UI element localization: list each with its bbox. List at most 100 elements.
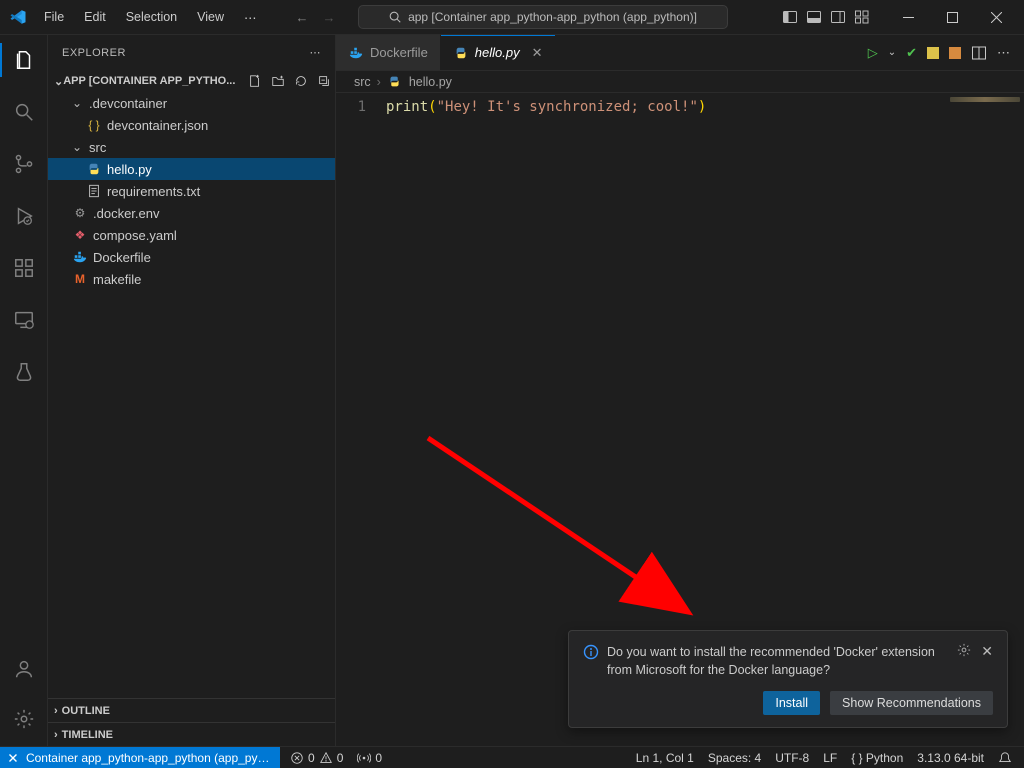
file-makefile[interactable]: M makefile <box>48 268 335 290</box>
file-hello-py[interactable]: hello.py <box>48 158 335 180</box>
indentation[interactable]: Spaces: 4 <box>708 751 761 765</box>
explorer-tree: ⌄ APP [CONTAINER APP_PYTHO... ⌄ .devcont… <box>48 70 335 698</box>
chevron-right-icon: › <box>54 729 58 741</box>
warning-icon <box>319 751 333 765</box>
menu-view[interactable]: View <box>188 6 233 29</box>
ports-indicator[interactable]: 0 <box>357 751 382 765</box>
notifications-icon[interactable] <box>998 751 1012 765</box>
file-devcontainer-json[interactable]: { } devcontainer.json <box>48 114 335 136</box>
gear-icon[interactable] <box>957 643 971 657</box>
run-icon[interactable]: ▷ <box>868 45 878 61</box>
error-icon <box>290 751 304 765</box>
install-button[interactable]: Install <box>763 691 820 715</box>
eol[interactable]: LF <box>823 751 837 765</box>
broadcast-icon <box>357 751 371 765</box>
panel-left-icon[interactable] <box>782 9 798 25</box>
python-interpreter[interactable]: 3.13.0 64-bit <box>917 751 984 765</box>
split-editor-icon[interactable] <box>971 45 987 61</box>
titlebar: File Edit Selection View ⋯ ← → app [Cont… <box>0 0 1024 35</box>
refresh-icon[interactable] <box>294 74 308 88</box>
tab-dockerfile[interactable]: Dockerfile <box>336 35 441 70</box>
new-folder-icon[interactable] <box>271 74 285 88</box>
code-line[interactable]: print("Hey! It's synchronized; cool!") <box>386 97 706 117</box>
search-icon <box>388 10 402 24</box>
file-label: requirements.txt <box>107 184 200 199</box>
folder-label: .devcontainer <box>89 96 167 111</box>
workspace-root[interactable]: ⌄ APP [CONTAINER APP_PYTHO... <box>48 70 335 92</box>
chevron-down-icon: ⌄ <box>72 140 84 154</box>
info-icon <box>583 644 599 660</box>
line-number: 1 <box>336 97 366 117</box>
token-paren: ( <box>428 99 436 115</box>
explorer-more-icon[interactable]: ⋯ <box>310 46 322 59</box>
activity-extensions-icon[interactable] <box>0 251 48 285</box>
outline-section[interactable]: ›OUTLINE <box>48 698 335 722</box>
file-label: devcontainer.json <box>107 118 208 133</box>
file-docker-env[interactable]: ⚙ .docker.env <box>48 202 335 224</box>
error-count: 0 <box>308 751 315 765</box>
more-actions-icon[interactable]: ⋯ <box>997 45 1010 61</box>
collapse-all-icon[interactable] <box>317 74 331 88</box>
show-recommendations-button[interactable]: Show Recommendations <box>830 691 993 715</box>
activity-accounts-icon[interactable] <box>0 652 48 686</box>
file-requirements-txt[interactable]: requirements.txt <box>48 180 335 202</box>
panel-right-icon[interactable] <box>830 9 846 25</box>
nav-back-icon[interactable]: ← <box>296 10 309 25</box>
toast-message: Do you want to install the recommended '… <box>607 643 949 679</box>
activity-debug-icon[interactable] <box>0 199 48 233</box>
language-mode[interactable]: { } Python <box>851 751 903 765</box>
explorer-header: EXPLORER ⋯ <box>48 35 335 70</box>
ports-count: 0 <box>375 751 382 765</box>
menu-selection[interactable]: Selection <box>117 6 186 29</box>
activity-bar <box>0 35 48 746</box>
maximize-button[interactable] <box>930 0 974 35</box>
close-button[interactable] <box>974 0 1018 35</box>
editor-actions: ▷ ⌄ ✔ ⋯ <box>868 35 1024 70</box>
problems-indicator[interactable]: 0 0 <box>290 751 343 765</box>
breadcrumb-seg[interactable]: hello.py <box>409 75 452 89</box>
gutter: 1 <box>336 97 386 117</box>
docker-icon <box>72 249 88 265</box>
window-controls <box>886 0 1018 35</box>
compare-changes-icon[interactable] <box>927 47 939 59</box>
chevron-down-icon: ⌄ <box>72 96 84 110</box>
timeline-section[interactable]: › TIMELINE <box>48 722 335 746</box>
command-center[interactable]: app [Container app_python-app_python (ap… <box>358 5 728 29</box>
customize-layout-icon[interactable] <box>854 9 870 25</box>
python-icon <box>387 74 403 90</box>
recommendation-toast: Do you want to install the recommended '… <box>568 630 1008 728</box>
menu-file[interactable]: File <box>35 6 73 29</box>
layout-controls <box>782 9 870 25</box>
cursor-position[interactable]: Ln 1, Col 1 <box>636 751 694 765</box>
check-icon[interactable]: ✔ <box>906 45 917 61</box>
token-string: "Hey! It's synchronized; cool!" <box>437 99 698 115</box>
new-file-icon[interactable] <box>248 74 262 88</box>
nav-forward-icon[interactable]: → <box>323 10 336 25</box>
activity-explorer-icon[interactable] <box>0 43 48 77</box>
activity-settings-icon[interactable] <box>0 702 48 736</box>
warning-count: 0 <box>337 751 344 765</box>
tab-hello-py[interactable]: hello.py ✕ <box>441 35 556 70</box>
menu-edit[interactable]: Edit <box>75 6 115 29</box>
file-dockerfile[interactable]: Dockerfile <box>48 246 335 268</box>
close-icon[interactable]: ✕ <box>981 643 993 660</box>
minimize-button[interactable] <box>886 0 930 35</box>
activity-search-icon[interactable] <box>0 95 48 129</box>
panel-bottom-icon[interactable] <box>806 9 822 25</box>
folder-devcontainer[interactable]: ⌄ .devcontainer <box>48 92 335 114</box>
timeline-label: TIMELINE <box>62 729 113 741</box>
folder-src[interactable]: ⌄ src <box>48 136 335 158</box>
file-compose-yaml[interactable]: ❖ compose.yaml <box>48 224 335 246</box>
remote-indicator[interactable]: Container app_python-app_python (app_pyt… <box>0 747 280 768</box>
activity-remote-explorer-icon[interactable] <box>0 303 48 337</box>
activity-scm-icon[interactable] <box>0 147 48 181</box>
breadcrumb[interactable]: src › hello.py <box>336 71 1024 93</box>
run-chevron-icon[interactable]: ⌄ <box>888 47 896 58</box>
compare-changes-alt-icon[interactable] <box>949 47 961 59</box>
encoding[interactable]: UTF-8 <box>775 751 809 765</box>
breadcrumb-seg[interactable]: src <box>354 75 371 89</box>
menu-more[interactable]: ⋯ <box>235 6 266 29</box>
activity-testing-icon[interactable] <box>0 355 48 389</box>
close-icon[interactable]: ✕ <box>532 45 543 61</box>
minimap[interactable] <box>950 97 1020 117</box>
